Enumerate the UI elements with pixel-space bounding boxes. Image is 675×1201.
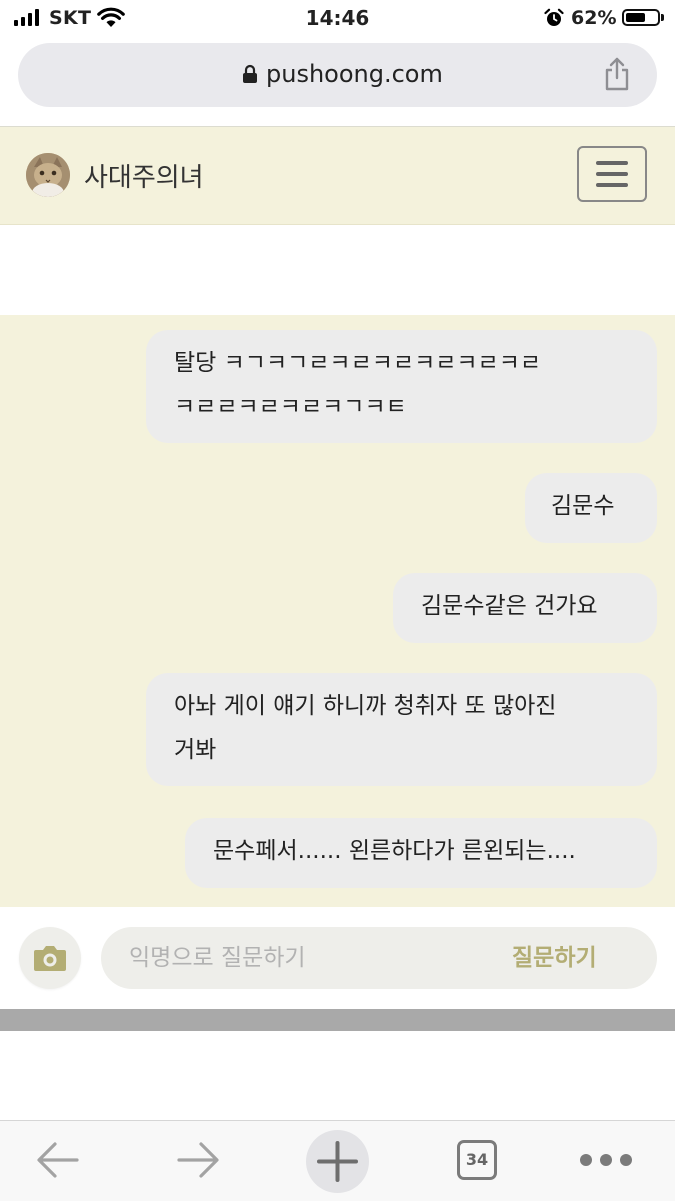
battery-level (626, 13, 645, 22)
battery-icon (622, 9, 660, 26)
browser-toolbar: 34 (0, 1120, 675, 1201)
message-bubble: 김문수같은 건가요 (393, 573, 657, 643)
alarm-icon (544, 8, 564, 26)
avatar[interactable] (26, 153, 70, 197)
url-text: pushoong.com (266, 60, 443, 88)
hamburger-icon (596, 172, 628, 176)
more-icon[interactable] (580, 1154, 632, 1166)
grey-separator (0, 1009, 675, 1031)
message-bubble: 탈당 ㅋㄱㅋㄱㄹㅋㄹㅋㄹㅋㄹㅋㄹㅋㄹ ㅋㄹㄹㅋㄹㅋㄹㅋㄱㅋㅌ (146, 330, 657, 443)
chat-area: 탈당 ㅋㄱㅋㄱㄹㅋㄹㅋㄹㅋㄹㅋㄹㅋㄹ ㅋㄹㄹㅋㄹㅋㄹㅋㄱㅋㅌ 김문수 김문수같은… (0, 315, 675, 907)
forward-arrow-icon[interactable] (175, 1140, 221, 1180)
message-bubble: 김문수 (525, 473, 657, 543)
message-bubble: 문수페서...... 왼른하다가 른왼되는.... (185, 818, 657, 888)
hamburger-icon (596, 183, 628, 187)
ask-button[interactable]: 질문하기 (500, 936, 609, 980)
menu-button[interactable] (577, 146, 647, 202)
hamburger-icon (596, 161, 628, 165)
camera-button[interactable] (19, 927, 81, 989)
new-tab-button[interactable] (306, 1130, 369, 1193)
battery-nub (661, 14, 664, 21)
site-header: 사대주의녀 (0, 127, 675, 225)
site-title[interactable]: 사대주의녀 (84, 157, 204, 194)
cat-avatar-icon (26, 153, 70, 197)
battery-percent: 62% (571, 7, 617, 29)
camera-icon (34, 946, 66, 971)
lock-icon (243, 64, 257, 83)
back-arrow-icon[interactable] (35, 1140, 81, 1180)
question-composer: 질문하기 (0, 907, 675, 1009)
status-bar: SKT 14:46 62% (0, 0, 675, 36)
share-icon[interactable] (602, 56, 632, 92)
new-tab-plus-icon (317, 1141, 358, 1182)
tabs-icon[interactable]: 34 (457, 1140, 497, 1180)
message-bubble: 아놔 게이 얘기 하니까 청취자 또 많아진 거봐 (146, 673, 657, 786)
address-bar[interactable]: pushoong.com (18, 43, 657, 107)
